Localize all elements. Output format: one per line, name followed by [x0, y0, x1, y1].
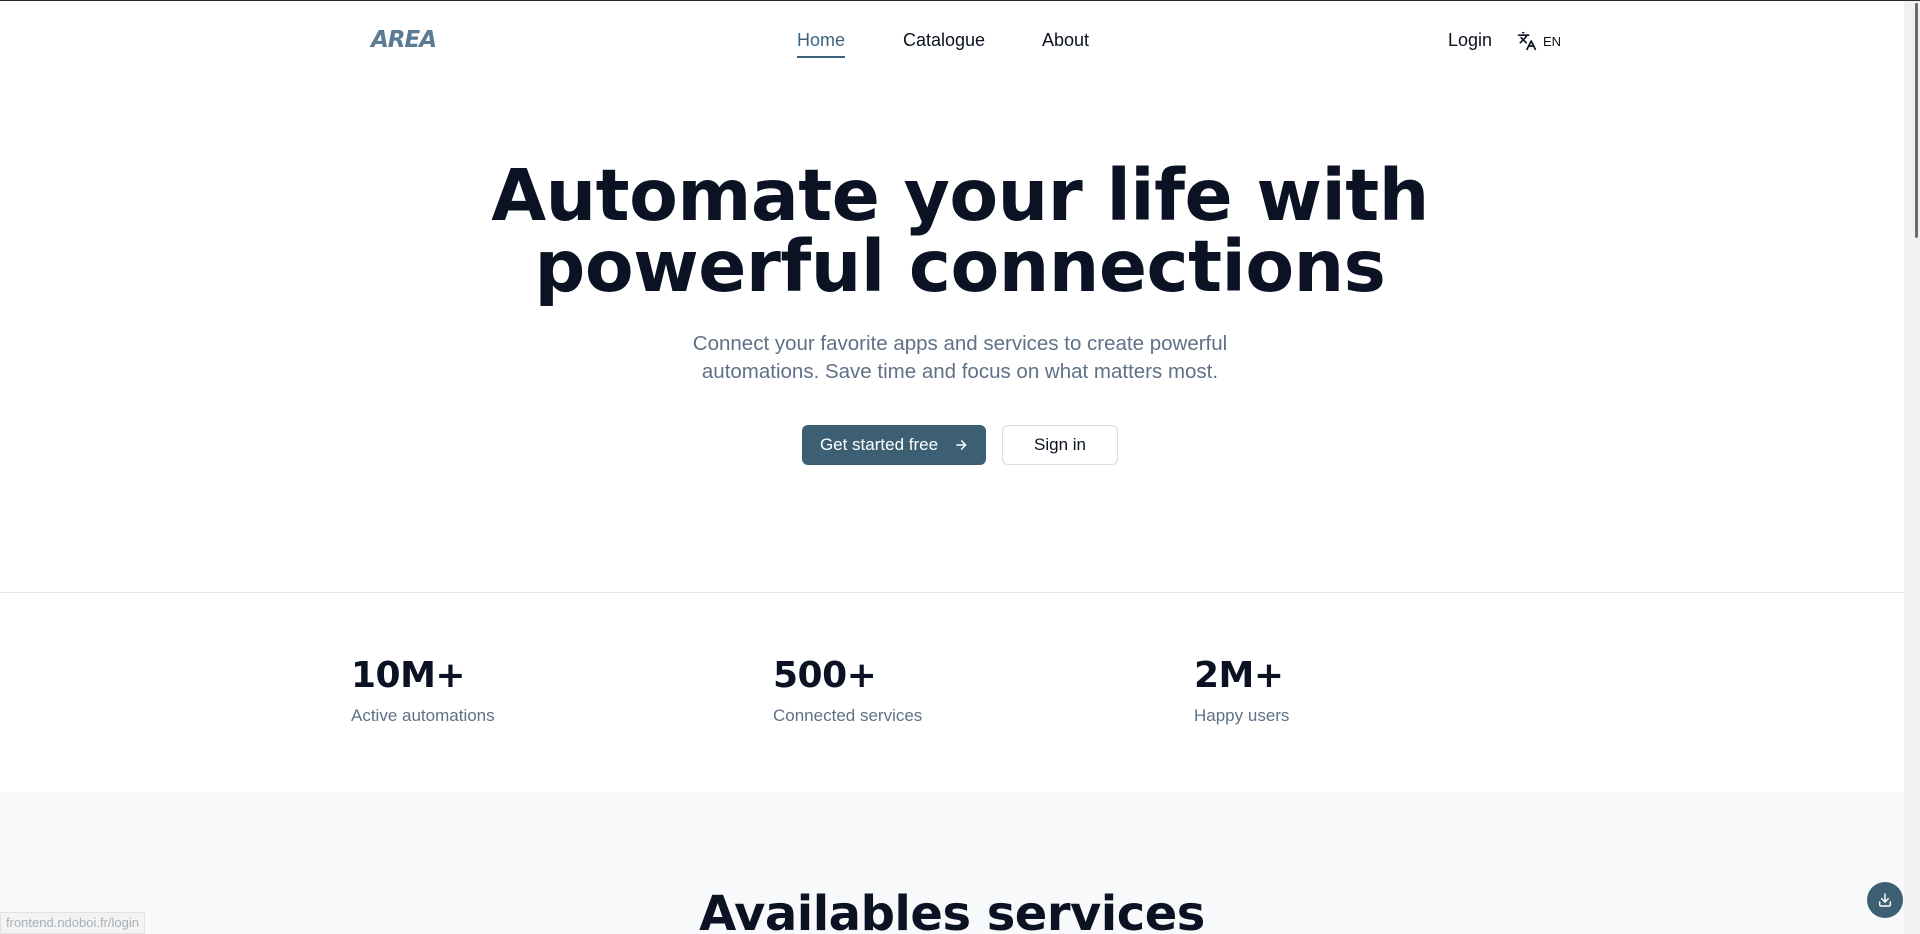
download-icon — [1878, 893, 1892, 907]
services-section: Availables services — [0, 792, 1904, 934]
stat-value: 2M+ — [1194, 655, 1284, 696]
nav-home[interactable]: Home — [797, 30, 846, 58]
hero-subtitle-line2: automations. Save time and focus on what… — [701, 360, 1219, 383]
translate-icon — [1517, 31, 1537, 51]
scrollbar-thumb[interactable] — [1915, 3, 1918, 238]
stat-value: 500+ — [773, 655, 877, 696]
hero-title-line2: powerful connections — [534, 225, 1386, 308]
hero-subtitle-line1: Connect your favorite apps and services … — [692, 332, 1228, 355]
download-button[interactable] — [1867, 882, 1903, 918]
login-link[interactable]: Login — [1448, 30, 1492, 51]
stat-label: Active automations — [351, 706, 495, 725]
hero-subtitle: Connect your favorite apps and services … — [660, 330, 1260, 386]
stat-label: Happy users — [1194, 706, 1290, 725]
arrow-right-icon — [956, 440, 967, 450]
nav-catalogue[interactable]: Catalogue — [903, 30, 985, 51]
sign-in-button[interactable]: Sign in — [1002, 425, 1118, 465]
page-scrollbar[interactable] — [1904, 1, 1920, 934]
nav-about[interactable]: About — [1042, 30, 1089, 51]
hero-title: Automate your life with powerful connect… — [0, 160, 1920, 302]
stat-active-automations: 10M+ Active automations — [351, 655, 495, 726]
stat-value: 10M+ — [351, 655, 466, 696]
get-started-label: Get started free — [819, 435, 939, 454]
language-code: EN — [1543, 33, 1562, 49]
site-header: AREA Home Catalogue About Login EN — [0, 1, 1904, 79]
services-title: Availables services — [699, 886, 1205, 934]
section-divider — [0, 592, 1904, 593]
language-switcher[interactable]: EN — [1517, 31, 1561, 51]
stat-label: Connected services — [773, 706, 923, 725]
stat-happy-users: 2M+ Happy users — [1194, 655, 1289, 726]
status-bar-url: frontend.ndoboi.fr/login — [0, 912, 145, 934]
get-started-button[interactable]: Get started free — [802, 425, 986, 465]
main-nav: Home Catalogue About — [0, 1, 1904, 79]
stat-connected-services: 500+ Connected services — [773, 655, 922, 726]
